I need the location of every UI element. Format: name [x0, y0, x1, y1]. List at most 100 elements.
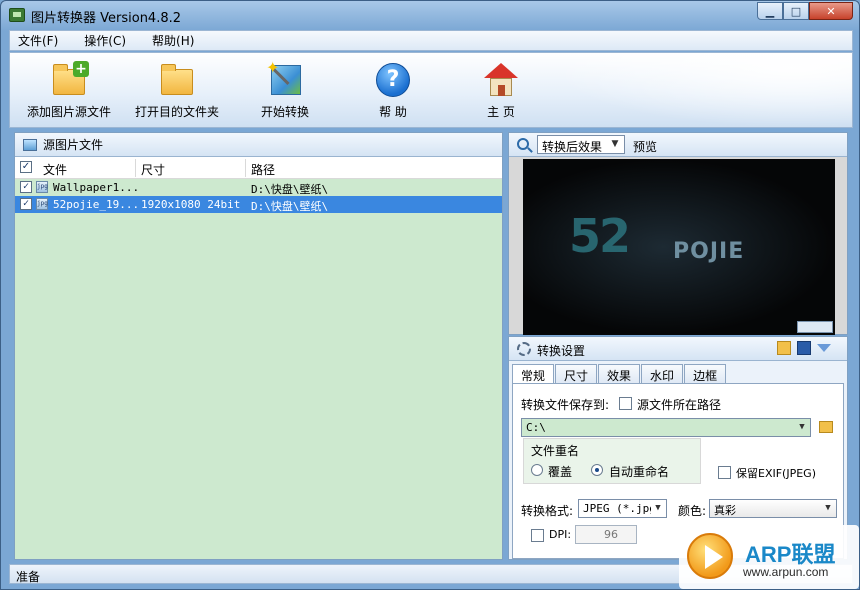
- column-file[interactable]: 文件: [43, 161, 67, 178]
- add-source-button[interactable]: + 添加图片源文件: [14, 61, 124, 120]
- start-convert-label: 开始转换: [260, 105, 309, 119]
- save-to-label: 转换文件保存到:: [521, 398, 610, 412]
- home-icon: [483, 63, 519, 97]
- file-size: 1920x1080 24bit: [141, 198, 241, 211]
- format-label: 转换格式:: [521, 504, 574, 518]
- preview-image-text-small: POJIE: [673, 239, 745, 264]
- source-files-panel: 源图片文件 ✓ 文件 尺寸 路径 ✓ jpg Wallpaper1... D:\…: [14, 132, 503, 560]
- window-controls: ▁ □ ✕: [757, 2, 853, 20]
- file-path: D:\快盘\壁纸\: [251, 183, 329, 196]
- format-value: JPEG (*.jpg: [583, 502, 656, 515]
- source-panel-title: 源图片文件: [43, 138, 104, 152]
- overwrite-label: 覆盖: [548, 465, 573, 479]
- tab-general[interactable]: 常规: [512, 364, 555, 384]
- watermark-logo: ARP联盟 www.arpun.com: [679, 525, 859, 589]
- home-button[interactable]: 主 页: [446, 63, 556, 120]
- dpi-label: DPI:: [549, 528, 572, 541]
- help-icon: ?: [375, 63, 411, 97]
- row-checkbox[interactable]: ✓: [20, 181, 32, 193]
- maximize-button[interactable]: □: [783, 2, 809, 20]
- title-bar[interactable]: 图片转换器 Version4.8.2 ▁ □ ✕: [1, 1, 859, 29]
- app-window: 图片转换器 Version4.8.2 ▁ □ ✕ 文件(F) 操作(C) 帮助(…: [0, 0, 860, 590]
- watermark-url: www.arpun.com: [743, 565, 829, 579]
- status-text: 准备: [16, 570, 41, 584]
- app-icon: [9, 8, 25, 22]
- settings-title: 转换设置: [537, 344, 586, 358]
- window-title: 图片转换器 Version4.8.2: [31, 11, 182, 26]
- zoom-icon[interactable]: [517, 138, 529, 150]
- gear-icon: [517, 342, 531, 356]
- start-convert-button[interactable]: 开始转换: [230, 58, 340, 120]
- chevron-down-icon: ▼: [651, 501, 665, 516]
- file-path: D:\快盘\壁纸\: [251, 200, 329, 213]
- tab-watermark[interactable]: 水印: [641, 364, 684, 383]
- dpi-value: 96: [604, 528, 618, 541]
- file-row-selected[interactable]: ✓ jpg 52pojie_19... 1920x1080 24bit D:\快…: [15, 196, 502, 213]
- file-list-header: ✓ 文件 尺寸 路径: [15, 157, 502, 179]
- open-settings-icon[interactable]: [777, 341, 791, 355]
- row-checkbox[interactable]: ✓: [20, 198, 32, 210]
- same-as-source-checkbox[interactable]: [619, 397, 632, 410]
- open-dest-button[interactable]: 打开目的文件夹: [122, 63, 232, 120]
- select-all-checkbox[interactable]: ✓: [20, 161, 32, 173]
- open-dest-label: 打开目的文件夹: [134, 105, 219, 119]
- settings-header-icons: [771, 341, 831, 355]
- preview-mode-select[interactable]: 转换后效果 ▼: [537, 135, 625, 154]
- add-source-label: 添加图片源文件: [26, 105, 111, 119]
- play-logo-icon: [687, 533, 733, 579]
- menu-bar: 文件(F) 操作(C) 帮助(H): [9, 30, 853, 51]
- collapse-icon[interactable]: [817, 344, 831, 352]
- chevron-down-icon: ▼: [611, 139, 619, 149]
- auto-rename-label: 自动重命名: [609, 465, 670, 479]
- column-size[interactable]: 尺寸: [141, 161, 165, 178]
- source-panel-header: 源图片文件: [15, 133, 502, 157]
- preview-label: 预览: [633, 140, 658, 154]
- menu-help[interactable]: 帮助(H): [152, 32, 194, 49]
- rename-group-title: 文件重名: [531, 444, 580, 458]
- keep-exif-label: 保留EXIF(JPEG): [736, 467, 816, 480]
- preview-image-text-big: 52: [569, 209, 631, 263]
- help-label: 帮 助: [379, 105, 407, 119]
- menu-operate[interactable]: 操作(C): [84, 32, 126, 49]
- column-path[interactable]: 路径: [251, 161, 275, 178]
- preview-header: 转换后效果 ▼ 预览: [509, 133, 847, 157]
- overwrite-radio[interactable]: [531, 464, 543, 476]
- preview-panel: 转换后效果 ▼ 预览 52 POJIE: [508, 132, 848, 335]
- folder-icon: [159, 63, 195, 97]
- format-select[interactable]: JPEG (*.jpg ▼: [578, 499, 667, 518]
- color-label: 颜色:: [678, 504, 707, 518]
- save-settings-icon[interactable]: [797, 341, 811, 355]
- file-row[interactable]: ✓ jpg Wallpaper1... D:\快盘\壁纸\: [15, 179, 502, 196]
- save-path-value: C:\: [526, 421, 546, 434]
- menu-file[interactable]: 文件(F): [18, 32, 58, 49]
- magic-wand-icon: [266, 58, 303, 97]
- file-name: 52pojie_19...: [53, 198, 140, 211]
- dpi-checkbox[interactable]: [531, 529, 544, 542]
- preview-mode-value: 转换后效果: [542, 140, 603, 154]
- image-icon: [23, 138, 37, 151]
- dpi-stepper[interactable]: 96: [575, 525, 637, 544]
- color-select[interactable]: 真彩 ▼: [709, 499, 837, 518]
- home-label: 主 页: [487, 105, 515, 119]
- tab-border[interactable]: 边框: [684, 364, 727, 383]
- chevron-down-icon: ▼: [825, 503, 831, 513]
- save-path-combo[interactable]: C:\ ▼: [521, 418, 811, 437]
- image-file-icon: jpg: [36, 198, 48, 210]
- image-file-icon: jpg: [36, 181, 48, 193]
- keep-exif-checkbox[interactable]: [718, 466, 731, 479]
- settings-header: 转换设置: [509, 337, 847, 361]
- chevron-down-icon: ▼: [795, 420, 809, 435]
- auto-rename-radio[interactable]: [591, 464, 603, 476]
- close-button[interactable]: ✕: [809, 2, 853, 20]
- tab-size[interactable]: 尺寸: [555, 364, 598, 383]
- minimize-button[interactable]: ▁: [757, 2, 783, 20]
- preview-badge: [797, 321, 833, 333]
- tab-effects[interactable]: 效果: [598, 364, 641, 383]
- help-button[interactable]: ? 帮 助: [338, 63, 448, 120]
- settings-tabs: 常规 尺寸 效果 水印 边框: [512, 364, 727, 384]
- same-as-source-label: 源文件所在路径: [637, 398, 722, 412]
- color-value: 真彩: [714, 504, 736, 517]
- browse-folder-icon[interactable]: [819, 421, 833, 433]
- rename-group: 文件重名 覆盖 自动重命名: [523, 438, 701, 484]
- folder-add-icon: +: [51, 61, 89, 97]
